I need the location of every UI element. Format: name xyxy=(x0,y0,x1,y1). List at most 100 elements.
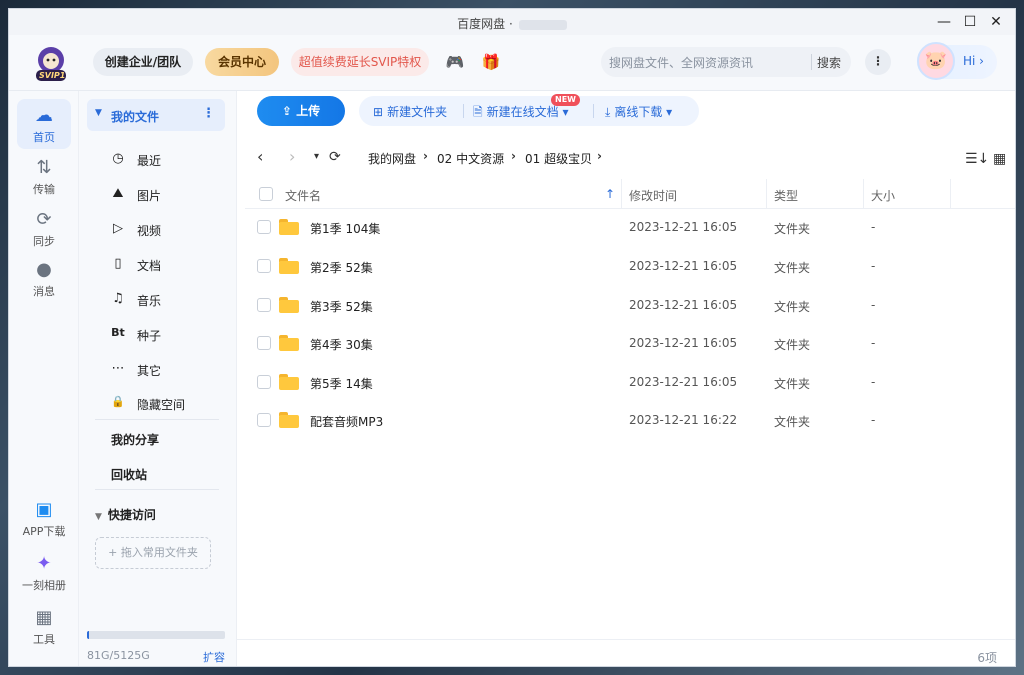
music-icon: ♫ xyxy=(112,291,124,306)
collapse-triangle-icon: ▼ xyxy=(95,512,102,522)
grid-view-icon[interactable]: ▦ xyxy=(993,151,1006,167)
new-badge: NEW xyxy=(551,94,580,106)
sidebar-item-my-share[interactable]: 我的分享 xyxy=(111,431,159,448)
file-name[interactable]: 第4季 30集 xyxy=(310,336,373,353)
column-header-type[interactable]: 类型 xyxy=(774,187,798,204)
sidebar-item-hidden-space[interactable]: 🔒 隐藏空间 xyxy=(109,390,219,418)
file-sidebar: ▼ 我的文件 ⋮ ◷ 最近 ⛰ 图片 ▷ 视频 ▯ 文档 ♫ 音乐 Bt 种子 xyxy=(79,91,237,666)
sidebar-item-label: 视频 xyxy=(137,224,162,238)
file-name[interactable]: 第3季 52集 xyxy=(310,298,373,315)
expand-storage-link[interactable]: 扩容 xyxy=(203,649,225,665)
rail-item-album[interactable]: ✦ 一刻相册 xyxy=(17,547,71,597)
document-icon: ▯ xyxy=(114,256,122,271)
file-name[interactable]: 第1季 104集 xyxy=(310,220,380,237)
storage-usage-text: 81G/5125G xyxy=(87,649,150,662)
sidebar-item-recent[interactable]: ◷ 最近 xyxy=(109,146,219,174)
more-vertical-icon[interactable]: ⋮ xyxy=(202,106,215,121)
table-row[interactable]: 第5季 14集 2023-12-21 16:05 文件夹 - xyxy=(245,363,1015,401)
svip-promo-button[interactable]: 超值续费延长SVIP特权 xyxy=(291,48,429,76)
offline-download-button[interactable]: ⤓ 离线下载 ▾ xyxy=(605,103,672,120)
column-header-size[interactable]: 大小 xyxy=(871,187,895,204)
rail-item-tools[interactable]: ▦ 工具 xyxy=(17,601,71,651)
sidebar-item-images[interactable]: ⛰ 图片 xyxy=(109,181,219,209)
game-icon[interactable]: 🎮 xyxy=(443,50,467,74)
file-name[interactable]: 配套音频MP3 xyxy=(310,413,383,430)
refresh-icon[interactable]: ⟳ xyxy=(329,149,341,165)
table-row[interactable]: 第1季 104集 2023-12-21 16:05 文件夹 - xyxy=(245,208,1015,246)
back-arrow-icon[interactable]: ‹ xyxy=(257,147,263,166)
close-button[interactable]: ✕ xyxy=(985,12,1007,32)
sidebar-item-recycle-bin[interactable]: 回收站 xyxy=(111,466,147,483)
breadcrumb-super-baby[interactable]: 01 超级宝贝 xyxy=(525,150,592,167)
upload-button[interactable]: ⇪ 上传 xyxy=(257,96,345,126)
sort-asc-icon[interactable]: ↑ xyxy=(605,187,615,201)
row-checkbox[interactable] xyxy=(257,220,271,234)
drop-folder-area[interactable]: + 拖入常用文件夹 xyxy=(95,537,211,569)
row-checkbox[interactable] xyxy=(257,413,271,427)
sidebar-item-videos[interactable]: ▷ 视频 xyxy=(109,216,219,244)
sidebar-item-my-files[interactable]: ▼ 我的文件 ⋮ xyxy=(87,99,225,131)
search-bar[interactable]: 搜网盘文件、全网资源资讯 搜索 xyxy=(601,47,851,77)
member-center-button[interactable]: 会员中心 xyxy=(205,48,279,76)
rail-item-transfer[interactable]: ⇅ 传输 xyxy=(17,151,71,201)
history-dropdown-icon[interactable]: ▾ xyxy=(314,151,319,162)
breadcrumb-chinese-resources[interactable]: 02 中文资源 xyxy=(437,150,504,167)
row-checkbox[interactable] xyxy=(257,336,271,350)
table-row[interactable]: 第3季 52集 2023-12-21 16:05 文件夹 - xyxy=(245,286,1015,324)
sidebar-item-torrents[interactable]: Bt 种子 xyxy=(109,321,219,349)
toolbar-group: ⊞ 新建文件夹 🗎 新建在线文档 ▾ NEW ⤓ 离线下载 ▾ xyxy=(359,94,699,126)
new-folder-button[interactable]: ⊞ 新建文件夹 xyxy=(373,103,447,120)
lock-icon: 🔒 xyxy=(111,395,125,408)
rail-item-message[interactable]: ● 消息 xyxy=(17,253,71,303)
row-checkbox[interactable] xyxy=(257,375,271,389)
file-modified: 2023-12-21 16:05 xyxy=(629,259,738,273)
row-checkbox[interactable] xyxy=(257,259,271,273)
folder-icon xyxy=(279,297,299,313)
create-enterprise-button[interactable]: 创建企业/团队 xyxy=(93,48,193,76)
user-avatar-button[interactable]: 🐷 Hi › xyxy=(917,42,997,80)
file-size: - xyxy=(871,336,876,350)
more-options-button[interactable]: ⋮ xyxy=(865,49,891,75)
select-all-checkbox[interactable] xyxy=(259,187,273,201)
file-modified: 2023-12-21 16:05 xyxy=(629,220,738,234)
sidebar-item-other[interactable]: ⋯ 其它 xyxy=(109,356,219,384)
file-name[interactable]: 第5季 14集 xyxy=(310,375,373,392)
sidebar-item-documents[interactable]: ▯ 文档 xyxy=(109,251,219,279)
file-size: - xyxy=(871,375,876,389)
search-button[interactable]: 搜索 xyxy=(817,54,841,71)
forward-arrow-icon[interactable]: › xyxy=(289,147,295,166)
column-header-name[interactable]: 文件名 xyxy=(285,187,321,204)
gift-icon[interactable]: 🎁 xyxy=(479,50,503,74)
rail-item-app-download[interactable]: ▣ APP下载 xyxy=(17,493,71,543)
table-row[interactable]: 第4季 30集 2023-12-21 16:05 文件夹 - xyxy=(245,324,1015,362)
search-input[interactable]: 搜网盘文件、全网资源资讯 xyxy=(609,54,753,71)
search-divider xyxy=(811,54,812,70)
sort-icon[interactable]: ☰↓ xyxy=(965,151,989,167)
table-row[interactable]: 配套音频MP3 2023-12-21 16:22 文件夹 - xyxy=(245,401,1015,439)
rail-item-sync[interactable]: ⟳ 同步 xyxy=(17,203,71,253)
message-icon: ● xyxy=(36,259,52,280)
file-type: 文件夹 xyxy=(774,415,811,429)
collapse-triangle-icon[interactable]: ▼ xyxy=(95,108,102,118)
rail-item-home[interactable]: ☁ 首页 xyxy=(17,99,71,149)
column-header-modified[interactable]: 修改时间 xyxy=(629,187,677,204)
other-icon: ⋯ xyxy=(111,361,125,376)
column-divider xyxy=(950,179,951,209)
breadcrumb-my-disk[interactable]: 我的网盘 xyxy=(368,150,416,167)
sidebar-item-label: 其它 xyxy=(137,364,162,378)
row-checkbox[interactable] xyxy=(257,298,271,312)
table-row[interactable]: 第2季 52集 2023-12-21 16:05 文件夹 - xyxy=(245,247,1015,285)
maximize-button[interactable]: ☐ xyxy=(959,12,981,32)
minimize-button[interactable]: — xyxy=(933,12,955,32)
quick-access-header[interactable]: ▼ 快捷访问 xyxy=(95,506,156,523)
rail-label: 首页 xyxy=(33,131,55,144)
quick-access-label: 快捷访问 xyxy=(107,508,156,522)
file-size: - xyxy=(871,220,876,234)
svip-logo[interactable]: SVIP1 xyxy=(31,43,71,83)
sidebar-item-music[interactable]: ♫ 音乐 xyxy=(109,286,219,314)
sidebar-divider xyxy=(95,489,219,490)
rail-label: 一刻相册 xyxy=(22,579,66,592)
new-online-doc-button[interactable]: 🗎 新建在线文档 ▾ xyxy=(473,103,569,124)
file-name[interactable]: 第2季 52集 xyxy=(310,259,373,276)
breadcrumb-separator: › xyxy=(597,149,602,163)
